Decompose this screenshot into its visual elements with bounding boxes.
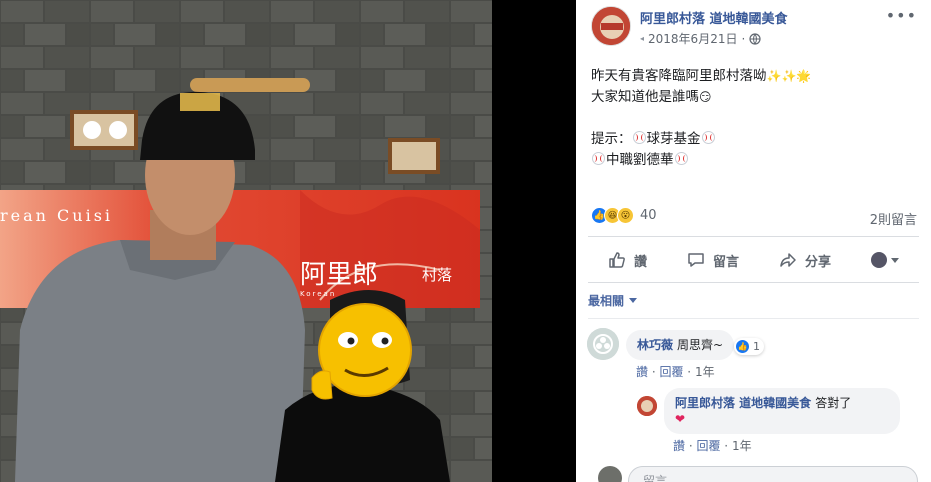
post-line-3: 提示： 球芽基金 [591,129,921,150]
reply-like-link[interactable]: 讚 [673,439,685,453]
reply-text: 答對了 [815,396,852,410]
divider [588,318,919,319]
caret-left-icon: ◂ [640,34,645,43]
comment-actions: 讚 · 回覆 · 1年 [636,365,715,379]
thumbs-up-icon [609,252,625,268]
comment-like-link[interactable]: 讚 [636,365,648,379]
reply-author-avatar[interactable] [637,396,657,416]
reply-author-link[interactable]: 阿里郎村落 道地韓國美食 [675,396,811,410]
reply-bubble: 阿里郎村落 道地韓國美食 答對了 ❤ [664,388,900,434]
more-options-button[interactable]: ••• [886,6,917,25]
baseball-icon [674,152,688,165]
sign-village-text: 村落 [422,266,453,284]
reply-age[interactable]: 1年 [732,439,752,453]
reply-actions: 讚 · 回覆 · 1年 [673,439,752,453]
post-line-1: 昨天有貴客降臨阿里郎村落呦✨✨🌟 [591,66,921,87]
baseball-icon [701,131,715,144]
reaction-summary[interactable]: 👍 😆 😮 40 [591,207,657,224]
sparkles-icon: ✨✨🌟 [766,69,812,83]
caret-down-icon [890,257,899,263]
comment-icon [688,253,704,267]
globe-icon [749,32,761,45]
comment-button[interactable]: 留言 [687,251,739,270]
share-icon [780,253,796,267]
like-button[interactable]: 讚 [608,251,647,270]
post-header: 阿里郎村落 道地韓國美食 ◂ 2018年6月21日 · ••• [576,0,931,60]
sign-cuisine-text: rean Cuisi [0,206,114,225]
comment-age[interactable]: 1年 [695,365,715,379]
post-photo[interactable]: rean Cuisi 阿里郎 村落 Korean [0,0,492,482]
reaction-count[interactable]: 40 [640,208,657,223]
heart-icon: ❤ [675,412,686,426]
baseball-icon [592,152,605,165]
comment-reaction-summary[interactable]: 👍 1 [734,338,764,355]
reply-reply-link[interactable]: 回覆 [696,439,720,453]
caret-down-icon [629,298,638,303]
comment-count-link[interactable]: 2則留言 [870,209,917,228]
comment-reply-link[interactable]: 回覆 [659,365,683,379]
comment-sort-dropdown[interactable]: 最相關 [588,292,638,309]
viewer-selector[interactable] [870,252,899,268]
post-meta: ◂ 2018年6月21日 · [640,30,761,47]
wow-reaction-icon: 😮 [617,207,634,224]
commenter-avatar[interactable] [587,328,619,360]
post-text: 昨天有貴客降臨阿里郎村落呦✨✨🌟 大家知道他是誰嗎😏 提示： 球芽基金 中職劉德華 [591,66,921,171]
divider [588,282,919,283]
comment-bubble: 林巧薇 周思齊~ [626,330,735,360]
sign-small-text: Korean [300,290,337,298]
page-avatar[interactable] [591,6,631,46]
page-name-link[interactable]: 阿里郎村落 道地韓國美食 [640,8,788,27]
baseball-icon [632,131,646,144]
comment-text: 周思齊~ [677,338,724,352]
post-date[interactable]: 2018年6月21日 [648,30,737,47]
like-reaction-icon: 👍 [735,339,750,354]
viewer-avatar [870,252,887,268]
photo-scene [0,0,492,482]
photo-backdrop [492,0,576,482]
post-action-bar: 讚 留言 分享 [588,240,919,280]
post-line-2: 大家知道他是誰嗎😏 [591,87,921,108]
smirk-icon: 😏 [699,90,712,104]
share-button[interactable]: 分享 [779,251,831,270]
current-user-avatar [598,466,622,482]
sign-brand-text: 阿里郎 [300,260,379,290]
post-panel: 阿里郎村落 道地韓國美食 ◂ 2018年6月21日 · ••• 昨天有貴客降臨阿… [576,0,931,482]
post-line-4: 中職劉德華 [591,150,921,171]
divider [588,236,919,237]
comment-author-link[interactable]: 林巧薇 [637,338,673,352]
comment-input[interactable]: 留言…… [628,466,918,482]
